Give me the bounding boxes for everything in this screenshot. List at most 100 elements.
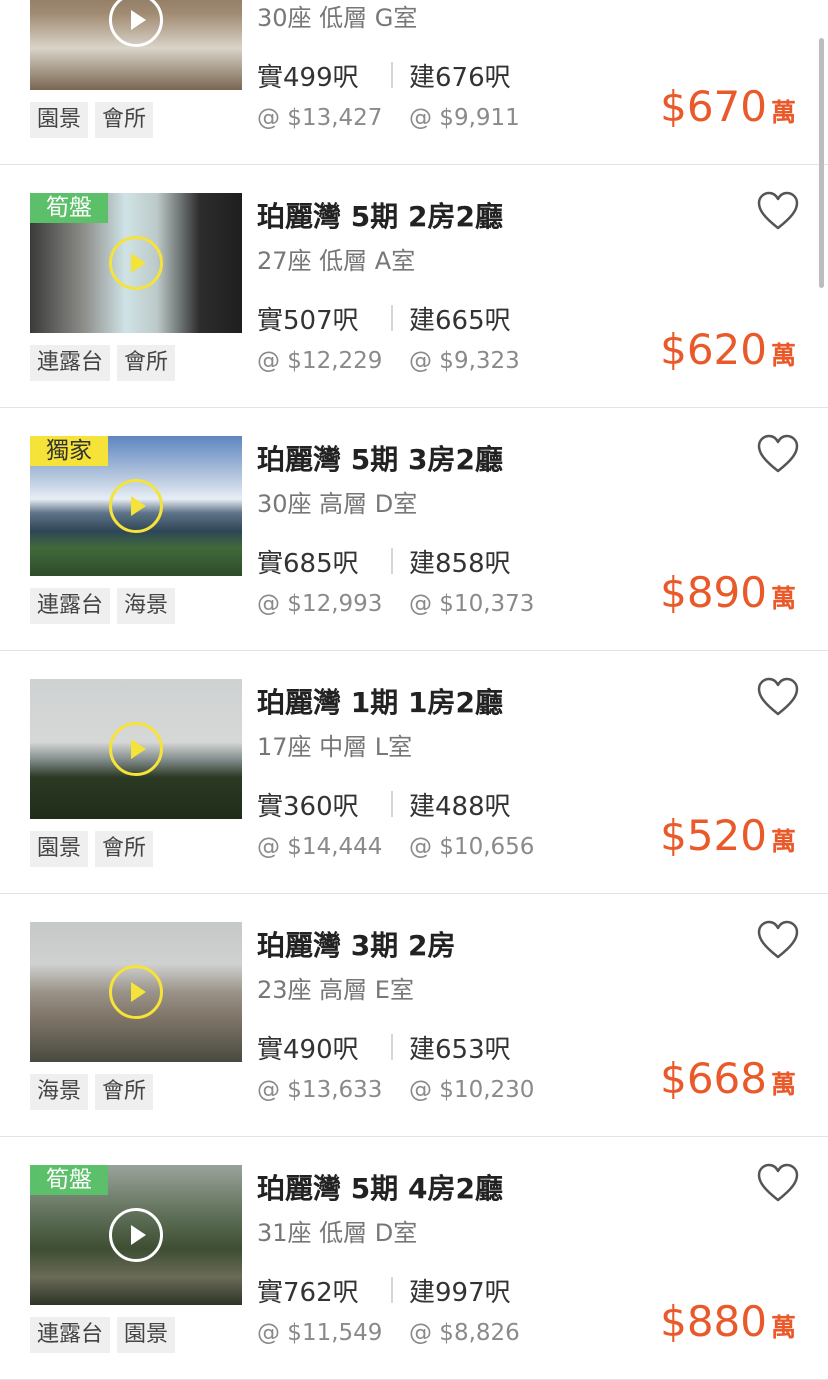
price-unit: 萬 bbox=[770, 341, 796, 370]
saleable-area: 實490呎 bbox=[257, 1035, 359, 1065]
gross-area: 建997呎 bbox=[409, 1278, 511, 1308]
listing-price: $670 萬 bbox=[660, 82, 796, 131]
listing-photo[interactable] bbox=[30, 679, 242, 819]
price-unit: 萬 bbox=[770, 584, 796, 613]
listing-photo[interactable] bbox=[30, 922, 242, 1062]
price-per-gross-ft: @ $10,230 bbox=[409, 1077, 535, 1103]
price-per-gross-ft: @ $9,323 bbox=[409, 348, 520, 374]
feature-tag: 園景 bbox=[30, 102, 89, 138]
play-video-icon[interactable] bbox=[109, 1208, 163, 1262]
listing-photo[interactable]: 筍盤 bbox=[30, 193, 242, 333]
price-amount: $670 bbox=[660, 82, 767, 131]
area-divider bbox=[391, 1277, 393, 1303]
favorite-heart-icon[interactable] bbox=[756, 434, 800, 474]
feature-tags: 連露台 園景 bbox=[30, 1317, 176, 1353]
favorite-heart-icon[interactable] bbox=[756, 677, 800, 717]
favorite-heart-icon[interactable] bbox=[756, 1163, 800, 1203]
play-video-icon[interactable] bbox=[109, 236, 163, 290]
listing-unit: 31座 低層 D室 bbox=[257, 1219, 418, 1247]
price-per-gross-ft: @ $8,826 bbox=[409, 1320, 520, 1346]
price-per-saleable-ft: @ $13,633 bbox=[257, 1077, 383, 1103]
play-triangle bbox=[131, 253, 146, 273]
feature-tag: 海景 bbox=[30, 1074, 89, 1110]
play-triangle bbox=[131, 10, 146, 30]
feature-tag: 連露台 bbox=[30, 1317, 111, 1353]
saleable-area: 實360呎 bbox=[257, 792, 359, 822]
play-triangle bbox=[131, 982, 146, 1002]
listing-photo[interactable]: 獨家 bbox=[30, 436, 242, 576]
gross-area: 建858呎 bbox=[409, 549, 511, 579]
feature-tag: 會所 bbox=[95, 1074, 154, 1110]
feature-tags: 連露台 會所 bbox=[30, 345, 176, 381]
play-triangle bbox=[131, 1225, 146, 1245]
saleable-area: 實685呎 bbox=[257, 549, 359, 579]
listing-price: $620 萬 bbox=[660, 325, 796, 374]
listing-feed: 園景 會所 30座 低層 G室 實499呎 建676呎 @ $13,427 @ $9,911… bbox=[0, 0, 828, 1380]
listing-ribbon: 筍盤 bbox=[30, 193, 108, 223]
price-per-saleable-ft: @ $12,229 bbox=[257, 348, 383, 374]
listing-card[interactable]: 獨家連露台 海景 珀麗灣 5期 3房2廳 30座 高層 D室 實685呎 建858呎 @ $… bbox=[0, 408, 828, 651]
listing-unit: 27座 低層 A室 bbox=[257, 247, 416, 275]
saleable-area: 實507呎 bbox=[257, 306, 359, 336]
scrollbar[interactable] bbox=[819, 38, 824, 288]
area-divider bbox=[391, 1034, 393, 1060]
listing-card[interactable]: 園景 會所 珀麗灣 1期 1房2廳 17座 中層 L室 實360呎 建488呎 @ $14,… bbox=[0, 651, 828, 894]
listing-price: $890 萬 bbox=[660, 568, 796, 617]
listing-unit: 30座 低層 G室 bbox=[257, 4, 418, 32]
play-triangle bbox=[131, 739, 146, 759]
feature-tag: 海景 bbox=[117, 588, 176, 624]
play-triangle bbox=[131, 496, 146, 516]
feature-tags: 園景 會所 bbox=[30, 831, 154, 867]
listing-ribbon: 獨家 bbox=[30, 436, 108, 466]
saleable-area: 實762呎 bbox=[257, 1278, 359, 1308]
price-amount: $890 bbox=[660, 568, 767, 617]
price-per-saleable-ft: @ $14,444 bbox=[257, 834, 383, 860]
price-per-gross-ft: @ $10,656 bbox=[409, 834, 535, 860]
listing-title[interactable]: 珀麗灣 5期 3房2廳 bbox=[257, 438, 503, 478]
feature-tag: 會所 bbox=[95, 831, 154, 867]
listing-unit: 23座 高層 E室 bbox=[257, 976, 414, 1004]
listing-title[interactable]: 珀麗灣 5期 4房2廳 bbox=[257, 1167, 503, 1207]
listing-price: $520 萬 bbox=[660, 811, 796, 860]
feature-tag: 園景 bbox=[30, 831, 89, 867]
listing-ribbon: 筍盤 bbox=[30, 1165, 108, 1195]
listing-card[interactable]: 筍盤 連露台 會所 珀麗灣 5期 2房2廳 27座 低層 A室 實507呎 建665呎 @ $… bbox=[0, 165, 828, 408]
play-video-icon[interactable] bbox=[109, 965, 163, 1019]
price-amount: $668 bbox=[660, 1054, 767, 1103]
listing-card[interactable]: 海景 會所 珀麗灣 3期 2房 23座 高層 E室 實490呎 建653呎 @ $13,63… bbox=[0, 894, 828, 1137]
listing-card[interactable]: 筍盤連露台 園景 珀麗灣 5期 4房2廳 31座 低層 D室 實762呎 建997呎 @ $… bbox=[0, 1137, 828, 1380]
listing-title[interactable]: 珀麗灣 5期 2房2廳 bbox=[257, 195, 503, 235]
feature-tag: 會所 bbox=[95, 102, 154, 138]
listing-photo[interactable]: 筍盤 bbox=[30, 1165, 242, 1305]
feature-tags: 連露台 海景 bbox=[30, 588, 176, 624]
price-per-saleable-ft: @ $11,549 bbox=[257, 1320, 383, 1346]
feature-tags: 園景 會所 bbox=[30, 102, 154, 138]
saleable-area: 實499呎 bbox=[257, 63, 359, 93]
feature-tag: 園景 bbox=[117, 1317, 176, 1353]
play-video-icon[interactable] bbox=[109, 479, 163, 533]
price-per-saleable-ft: @ $12,993 bbox=[257, 591, 383, 617]
listing-unit: 17座 中層 L室 bbox=[257, 733, 413, 761]
price-amount: $620 bbox=[660, 325, 767, 374]
favorite-heart-icon[interactable] bbox=[756, 920, 800, 960]
play-video-icon[interactable] bbox=[109, 722, 163, 776]
area-divider bbox=[391, 305, 393, 331]
feature-tag: 會所 bbox=[117, 345, 176, 381]
price-unit: 萬 bbox=[770, 98, 796, 127]
gross-area: 建488呎 bbox=[409, 792, 511, 822]
favorite-heart-icon[interactable] bbox=[756, 191, 800, 231]
listing-title[interactable]: 珀麗灣 1期 1房2廳 bbox=[257, 681, 503, 721]
gross-area: 建676呎 bbox=[409, 63, 511, 93]
feature-tags: 海景 會所 bbox=[30, 1074, 154, 1110]
price-per-gross-ft: @ $10,373 bbox=[409, 591, 535, 617]
price-unit: 萬 bbox=[770, 1070, 796, 1099]
listing-card[interactable]: 園景 會所 30座 低層 G室 實499呎 建676呎 @ $13,427 @ $9,911… bbox=[0, 0, 828, 165]
area-divider bbox=[391, 548, 393, 574]
listing-price: $668 萬 bbox=[660, 1054, 796, 1103]
listing-title[interactable]: 珀麗灣 3期 2房 bbox=[257, 924, 455, 964]
price-per-saleable-ft: @ $13,427 bbox=[257, 105, 383, 131]
area-divider bbox=[391, 62, 393, 88]
listing-photo[interactable] bbox=[30, 0, 242, 90]
gross-area: 建653呎 bbox=[409, 1035, 511, 1065]
listing-unit: 30座 高層 D室 bbox=[257, 490, 418, 518]
